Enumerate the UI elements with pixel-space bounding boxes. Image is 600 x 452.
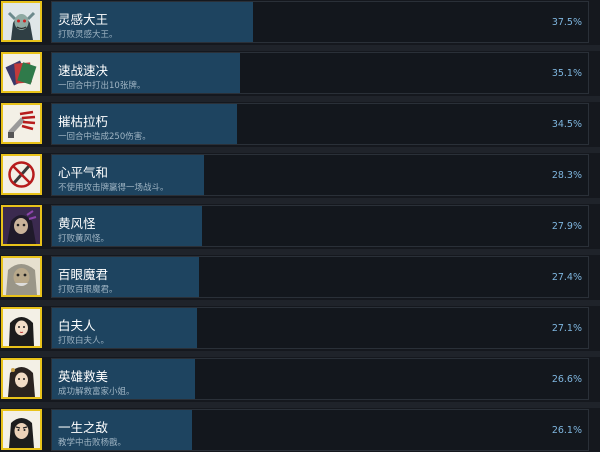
card-stack-icon [1, 52, 42, 93]
achievement-title: 摧枯拉朽 [58, 114, 109, 129]
rescued-lady-portrait-icon [1, 358, 42, 399]
unlock-percentage: 37.5% [551, 17, 582, 28]
achievement-title: 速战速决 [58, 63, 109, 78]
achievement-description: 打败白夫人。 [58, 336, 110, 346]
achievement-title: 英雄救美 [58, 369, 109, 384]
progress-bar: 一生之敌 教学中击败杨戬。 26.1% [51, 409, 589, 451]
no-attack-icon [1, 154, 42, 195]
hundred-eye-demon-portrait-icon [1, 256, 42, 297]
achievement-title: 灵感大王 [58, 12, 109, 27]
achievement-row[interactable]: 一生之敌 教学中击败杨戬。 26.1% [0, 408, 600, 452]
achievement-title: 百眼魔君 [58, 267, 109, 282]
unlock-percentage: 28.3% [551, 170, 582, 181]
achievement-title: 白夫人 [58, 318, 96, 333]
achievement-row[interactable]: 摧枯拉朽 一回合中造成250伤害。 34.5% [0, 102, 600, 153]
achievement-row[interactable]: 心平气和 不使用攻击牌赢得一场战斗。 28.3% [0, 153, 600, 204]
progress-bar: 英雄救美 成功解救富家小姐。 26.6% [51, 358, 589, 400]
unlock-percentage: 34.5% [551, 119, 582, 130]
achievement-description: 成功解救富家小姐。 [58, 387, 135, 397]
achievement-description: 教学中击败杨戬。 [58, 438, 127, 448]
achievement-row[interactable]: 灵感大王 打败灵感大王。 37.5% [0, 0, 600, 51]
lifelong-rival-portrait-icon [1, 409, 42, 450]
progress-bar: 百眼魔君 打败百眼魔君。 27.4% [51, 256, 589, 298]
achievement-row[interactable]: 白夫人 打败白夫人。 27.1% [0, 306, 600, 357]
lady-bai-portrait-icon [1, 307, 42, 348]
achievement-list: 灵感大王 打败灵感大王。 37.5% 速战速决 一回合中打出10张牌。 35.1… [0, 0, 600, 452]
achievement-description: 一回合中造成250伤害。 [58, 132, 151, 142]
achievement-description: 一回合中打出10张牌。 [58, 81, 146, 91]
achievement-description: 打败百眼魔君。 [58, 285, 118, 295]
claw-weapon-icon [1, 103, 42, 144]
achievement-description: 打败黄风怪。 [58, 234, 110, 244]
progress-bar: 黄风怪 打败黄风怪。 27.9% [51, 205, 589, 247]
achievement-title: 一生之敌 [58, 420, 109, 435]
unlock-percentage: 35.1% [551, 68, 582, 79]
progress-bar: 白夫人 打败白夫人。 27.1% [51, 307, 589, 349]
yellow-wind-demon-portrait-icon [1, 205, 42, 246]
achievement-row[interactable]: 百眼魔君 打败百眼魔君。 27.4% [0, 255, 600, 306]
unlock-percentage: 26.6% [551, 374, 582, 385]
achievement-row[interactable]: 速战速决 一回合中打出10张牌。 35.1% [0, 51, 600, 102]
unlock-percentage: 27.1% [551, 323, 582, 334]
achievement-title: 黄风怪 [58, 216, 96, 231]
achievement-row[interactable]: 英雄救美 成功解救富家小姐。 26.6% [0, 357, 600, 408]
progress-bar: 速战速决 一回合中打出10张牌。 35.1% [51, 52, 589, 94]
achievement-description: 打败灵感大王。 [58, 30, 118, 40]
unlock-percentage: 26.1% [551, 425, 582, 436]
progress-bar: 摧枯拉朽 一回合中造成250伤害。 34.5% [51, 103, 589, 145]
achievement-description: 不使用攻击牌赢得一场战斗。 [58, 183, 169, 193]
progress-bar: 心平气和 不使用攻击牌赢得一场战斗。 28.3% [51, 154, 589, 196]
achievement-row[interactable]: 黄风怪 打败黄风怪。 27.9% [0, 204, 600, 255]
unlock-percentage: 27.9% [551, 221, 582, 232]
unlock-percentage: 27.4% [551, 272, 582, 283]
progress-bar: 灵感大王 打败灵感大王。 37.5% [51, 1, 589, 43]
achievement-title: 心平气和 [58, 165, 109, 180]
demon-king-portrait-icon [1, 1, 42, 42]
